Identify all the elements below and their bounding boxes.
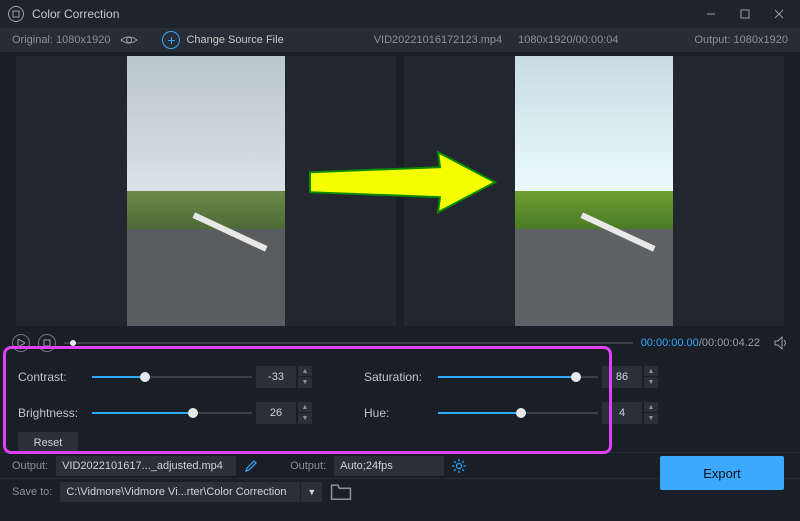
hue-value[interactable]: 4 [602,402,642,424]
stop-button[interactable] [38,334,56,352]
output-resolution-label: Output: 1080x1920 [694,34,788,46]
source-meta: 1080x1920/00:00:04 [518,34,618,46]
adjusted-preview [515,56,673,326]
hue-slider[interactable] [438,407,598,419]
saveto-path-value: C:\Vidmore\Vidmore Vi...rter\Color Corre… [66,486,286,498]
app-icon [8,6,24,22]
saturation-value[interactable]: 86 [602,366,642,388]
saturation-label: Saturation: [364,370,434,384]
infobar: Original: 1080x1920 + Change Source File… [0,28,800,52]
play-button[interactable] [12,334,30,352]
contrast-slider[interactable] [92,371,252,383]
saveto-path-box: C:\Vidmore\Vidmore Vi...rter\Color Corre… [60,482,300,502]
original-preview [127,56,285,326]
close-button[interactable] [762,2,796,26]
contrast-stepper[interactable]: ▲▼ [298,366,312,388]
preview-toggle-icon[interactable] [120,34,138,46]
titlebar: Color Correction [0,0,800,28]
output-filename-box: VID2022101617..._adjusted.mp4 [56,456,236,476]
timeline-slider[interactable] [64,338,633,348]
preview-area [0,52,800,330]
source-filename: VID20221016172123.mp4 [374,34,502,46]
output-profile-box: Auto;24fps [334,456,444,476]
change-source-label: Change Source File [186,34,283,46]
plus-circle-icon: + [162,31,180,49]
hue-label: Hue: [364,406,434,420]
change-source-button[interactable]: + Change Source File [162,31,283,49]
original-resolution-label: Original: 1080x1920 [12,34,110,46]
volume-icon[interactable] [774,336,788,350]
saturation-stepper[interactable]: ▲▼ [644,366,658,388]
saveto-label: Save to: [12,486,52,498]
saveto-dropdown-button[interactable]: ▼ [300,482,322,502]
maximize-button[interactable] [728,2,762,26]
color-sliders-panel: Contrast: -33 ▲▼ Saturation: 86 ▲▼ Brigh… [0,356,800,452]
time-display: 00:00:00.00/00:00:04.22 [641,337,760,349]
hue-stepper[interactable]: ▲▼ [644,402,658,424]
edit-filename-icon[interactable] [244,459,258,473]
current-time: 00:00:00.00 [641,337,699,349]
export-button[interactable]: Export [660,456,784,490]
brightness-label: Brightness: [18,406,88,420]
contrast-label: Contrast: [18,370,88,384]
adjusted-preview-wrap [404,56,784,326]
original-preview-wrap [16,56,396,326]
window-title: Color Correction [32,7,694,21]
brightness-slider[interactable] [92,407,252,419]
output-profile-value: Auto;24fps [340,460,393,472]
playback-bar: 00:00:00.00/00:00:04.22 [0,330,800,356]
output-filename-value: VID2022101617..._adjusted.mp4 [62,460,223,472]
minimize-button[interactable] [694,2,728,26]
contrast-value[interactable]: -33 [256,366,296,388]
brightness-value[interactable]: 26 [256,402,296,424]
output-profile-label: Output: [290,460,326,472]
reset-button[interactable]: Reset [18,432,78,454]
total-time: 00:00:04.22 [702,337,760,349]
output-settings-icon[interactable] [452,459,466,473]
brightness-stepper[interactable]: ▲▼ [298,402,312,424]
saturation-slider[interactable] [438,371,598,383]
open-folder-button[interactable] [330,482,352,502]
output-filename-label: Output: [12,460,48,472]
